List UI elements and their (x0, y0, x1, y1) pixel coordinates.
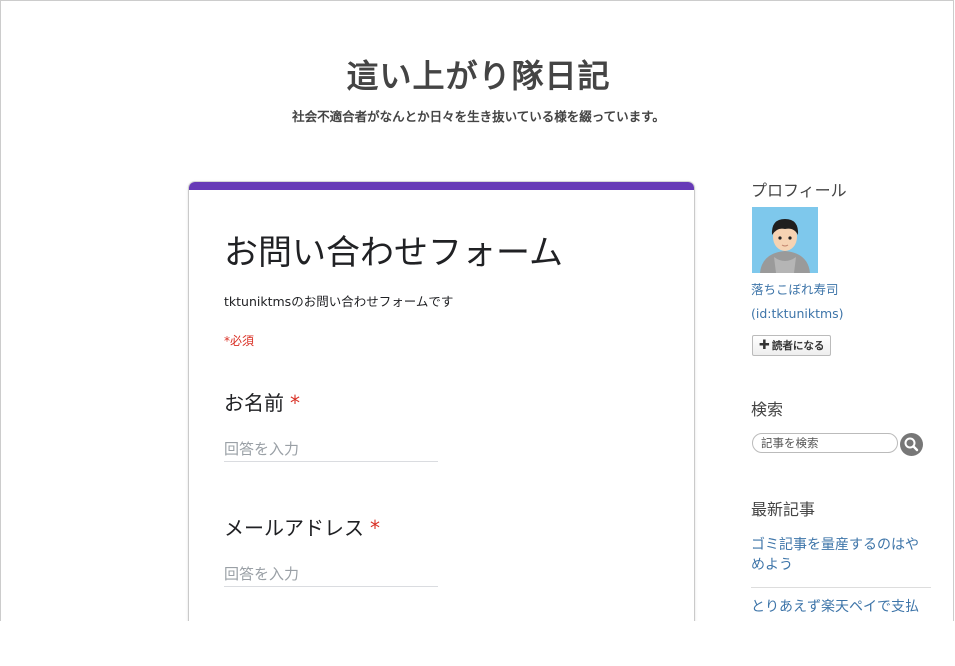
blog-description: 社会不適合者がなんとか日々を生き抜いている様を綴っています。 (292, 109, 665, 124)
avatar-image (752, 207, 818, 273)
required-asterisk: * (370, 516, 380, 540)
search-button[interactable] (900, 433, 923, 456)
divider (751, 587, 931, 588)
search-icon (904, 437, 919, 452)
search-input[interactable] (752, 433, 898, 453)
recent-post-link[interactable]: ゴミ記事を量産するのはや めよう (751, 535, 931, 575)
name-question-label: お名前 * (224, 387, 300, 416)
profile-id-link[interactable]: (id:tktuniktms) (751, 306, 844, 321)
recent-post-link[interactable]: とりあえず楽天ペイで支払 (751, 597, 931, 617)
email-question-text: メールアドレス (224, 516, 364, 540)
follow-button-label: 読者になる (771, 340, 825, 352)
form-title: お問い合わせフォーム (224, 233, 563, 273)
follow-button[interactable]: ✚ 読者になる (752, 335, 832, 356)
browser-viewport: 這い上がり隊日記 社会不適合者がなんとか日々を生き抜いている様を綴っています。 … (0, 0, 954, 621)
form-accent-bar (189, 182, 694, 190)
email-question-label: メールアドレス * (224, 512, 380, 541)
profile-name-link[interactable]: 落ちこぼれ寿司 (751, 279, 839, 298)
email-input[interactable] (224, 562, 438, 587)
required-note: *必須 (224, 334, 255, 348)
name-question-text: お名前 (224, 391, 284, 415)
contact-form-card: お問い合わせフォーム tktuniktmsのお問い合わせフォームです *必須 お… (189, 182, 694, 621)
profile-heading: プロフィール (751, 181, 847, 200)
name-input[interactable] (224, 437, 438, 462)
form-description: tktuniktmsのお問い合わせフォームです (224, 294, 454, 309)
recent-posts-heading: 最新記事 (751, 500, 816, 519)
required-asterisk: * (290, 391, 300, 415)
avatar[interactable] (752, 207, 818, 273)
search-heading: 検索 (751, 400, 784, 419)
blog-title[interactable]: 這い上がり隊日記 (1, 51, 953, 97)
plus-icon: ✚ (759, 338, 770, 353)
